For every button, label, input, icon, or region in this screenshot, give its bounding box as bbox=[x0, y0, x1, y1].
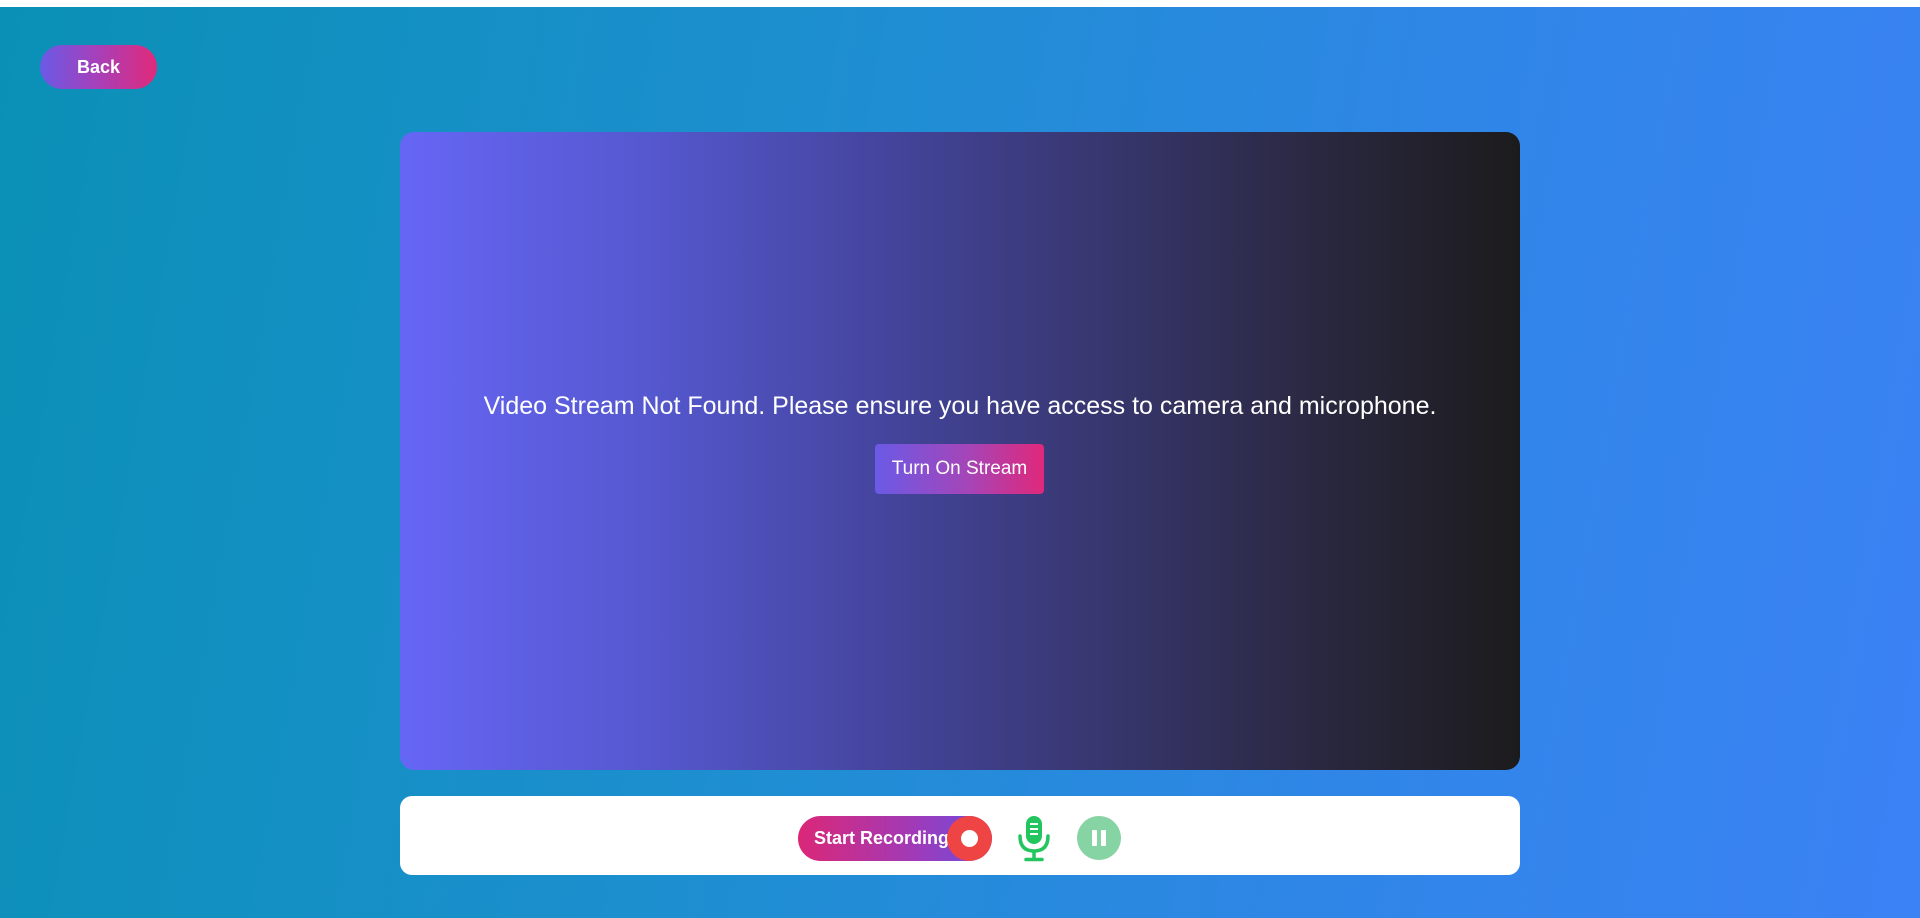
turn-on-stream-label: Turn On Stream bbox=[891, 458, 1028, 479]
record-icon[interactable] bbox=[947, 816, 992, 861]
start-recording-label: Start Recording bbox=[814, 828, 950, 848]
video-panel: Video Stream Not Found. Please ensure yo… bbox=[400, 132, 1520, 770]
pause-button[interactable] bbox=[1077, 816, 1121, 860]
record-dot-icon bbox=[961, 830, 978, 847]
top-strip bbox=[0, 0, 1920, 7]
pause-icon bbox=[1092, 830, 1106, 846]
microphone-button[interactable] bbox=[1016, 814, 1052, 862]
control-bar: Start Recording bbox=[400, 796, 1520, 875]
turn-on-stream-button[interactable]: Turn On Stream bbox=[875, 444, 1044, 494]
back-button-label: Back bbox=[76, 56, 121, 77]
back-button[interactable]: Back bbox=[40, 45, 157, 89]
stream-error-message: Video Stream Not Found. Please ensure yo… bbox=[483, 392, 1437, 420]
microphone-icon bbox=[1018, 816, 1050, 862]
